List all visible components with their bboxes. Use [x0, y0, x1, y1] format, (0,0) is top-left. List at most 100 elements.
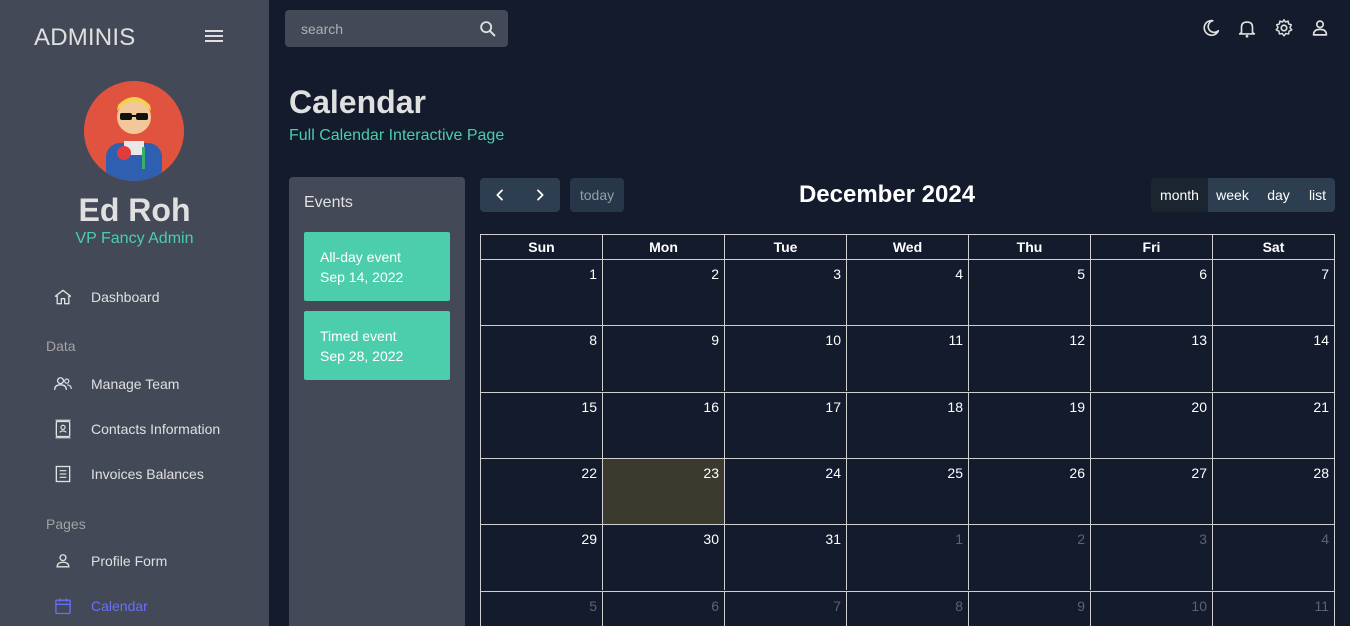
week-row: 5 6 7 8 9 10 11	[481, 591, 1334, 626]
search-icon[interactable]	[477, 18, 499, 40]
day-cell[interactable]: 9	[969, 592, 1091, 626]
gear-icon[interactable]	[1273, 17, 1295, 39]
day-cell[interactable]: 10	[725, 326, 847, 391]
day-cell[interactable]: 26	[969, 459, 1091, 524]
brand-title: ADMINIS	[34, 24, 136, 51]
sidebar-item-label: Dashboard	[91, 289, 160, 305]
view-month-button[interactable]: month	[1151, 178, 1208, 212]
calendar-nav	[480, 178, 560, 212]
day-cell[interactable]: 31	[725, 525, 847, 590]
next-button[interactable]	[520, 178, 560, 212]
weekday-label: Thu	[969, 235, 1091, 260]
day-cell[interactable]: 23	[603, 459, 725, 524]
sidebar-section-data: Data	[46, 338, 76, 354]
day-cell[interactable]: 15	[481, 393, 603, 458]
day-cell[interactable]: 11	[1213, 592, 1334, 626]
day-cell[interactable]: 24	[725, 459, 847, 524]
day-cell[interactable]: 12	[969, 326, 1091, 391]
day-cell[interactable]: 7	[725, 592, 847, 626]
day-number: 8	[589, 332, 597, 348]
person-icon	[56, 554, 70, 568]
day-cell[interactable]: 9	[603, 326, 725, 391]
sidebar-item-dashboard[interactable]: Dashboard	[0, 277, 269, 317]
day-number: 4	[1321, 531, 1329, 547]
sidebar-item-label: Invoices Balances	[91, 466, 204, 482]
day-cell[interactable]: 13	[1091, 326, 1213, 391]
moon-icon[interactable]	[1200, 17, 1222, 39]
sidebar-item-invoices[interactable]: Invoices Balances	[0, 454, 269, 494]
day-number: 17	[825, 399, 841, 415]
week-row: 8 9 10 11 12 13 14	[481, 325, 1334, 391]
day-cell[interactable]: 6	[603, 592, 725, 626]
sidebar-item-manage-team[interactable]: Manage Team	[0, 364, 269, 404]
day-number: 6	[1199, 266, 1207, 282]
day-cell[interactable]: 21	[1213, 393, 1334, 458]
sidebar-item-profile-form[interactable]: Profile Form	[0, 541, 269, 581]
day-cell[interactable]: 14	[1213, 326, 1334, 391]
events-panel: Events All-day event Sep 14, 2022 Timed …	[289, 177, 465, 626]
people-icon	[54, 377, 72, 390]
day-cell[interactable]: 18	[847, 393, 969, 458]
day-cell[interactable]: 8	[847, 592, 969, 626]
day-number: 1	[589, 266, 597, 282]
day-cell[interactable]: 2	[969, 525, 1091, 590]
day-cell[interactable]: 20	[1091, 393, 1213, 458]
day-cell[interactable]: 10	[1091, 592, 1213, 626]
sidebar-section-pages: Pages	[46, 516, 86, 532]
calendar-icon	[55, 598, 71, 615]
event-item[interactable]: Timed event Sep 28, 2022	[304, 311, 450, 380]
day-cell[interactable]: 22	[481, 459, 603, 524]
menu-icon[interactable]	[205, 30, 223, 46]
day-number: 21	[1313, 399, 1329, 415]
search-box	[285, 10, 508, 47]
day-cell[interactable]: 11	[847, 326, 969, 391]
day-cell[interactable]: 8	[481, 326, 603, 391]
view-switcher: month week day list	[1151, 178, 1335, 212]
day-cell[interactable]: 19	[969, 393, 1091, 458]
day-number: 20	[1191, 399, 1207, 415]
sidebar-item-calendar[interactable]: Calendar	[0, 586, 269, 626]
day-cell[interactable]: 7	[1213, 260, 1334, 325]
day-cell[interactable]: 28	[1213, 459, 1334, 524]
day-cell[interactable]: 2	[603, 260, 725, 325]
day-cell[interactable]: 25	[847, 459, 969, 524]
day-number: 5	[589, 598, 597, 614]
weekday-label: Fri	[1091, 235, 1213, 260]
search-input[interactable]	[285, 10, 470, 47]
day-number: 30	[703, 531, 719, 547]
day-cell[interactable]: 4	[847, 260, 969, 325]
view-day-button[interactable]: day	[1257, 178, 1300, 212]
day-number: 3	[1199, 531, 1207, 547]
day-cell[interactable]: 17	[725, 393, 847, 458]
prev-button[interactable]	[480, 178, 520, 212]
event-item[interactable]: All-day event Sep 14, 2022	[304, 232, 450, 301]
day-number: 23	[703, 465, 719, 481]
event-title: All-day event	[320, 249, 401, 265]
day-number: 5	[1077, 266, 1085, 282]
day-number: 15	[581, 399, 597, 415]
sidebar-item-contacts[interactable]: Contacts Information	[0, 409, 269, 449]
bell-icon[interactable]	[1236, 17, 1258, 39]
day-cell[interactable]: 6	[1091, 260, 1213, 325]
view-week-button[interactable]: week	[1208, 178, 1257, 212]
day-number: 16	[703, 399, 719, 415]
day-number: 27	[1191, 465, 1207, 481]
day-cell[interactable]: 29	[481, 525, 603, 590]
page-subtitle: Full Calendar Interactive Page	[289, 127, 505, 144]
contacts-icon	[55, 419, 71, 439]
day-cell[interactable]: 1	[847, 525, 969, 590]
day-cell[interactable]: 3	[725, 260, 847, 325]
day-cell[interactable]: 30	[603, 525, 725, 590]
day-cell[interactable]: 4	[1213, 525, 1334, 590]
day-number: 24	[825, 465, 841, 481]
day-cell[interactable]: 5	[481, 592, 603, 626]
view-list-button[interactable]: list	[1300, 178, 1335, 212]
day-number: 28	[1313, 465, 1329, 481]
day-cell[interactable]: 27	[1091, 459, 1213, 524]
day-cell[interactable]: 3	[1091, 525, 1213, 590]
today-button[interactable]: today	[570, 178, 624, 212]
day-cell[interactable]: 16	[603, 393, 725, 458]
day-cell[interactable]: 1	[481, 260, 603, 325]
user-icon[interactable]	[1309, 17, 1331, 39]
day-cell[interactable]: 5	[969, 260, 1091, 325]
